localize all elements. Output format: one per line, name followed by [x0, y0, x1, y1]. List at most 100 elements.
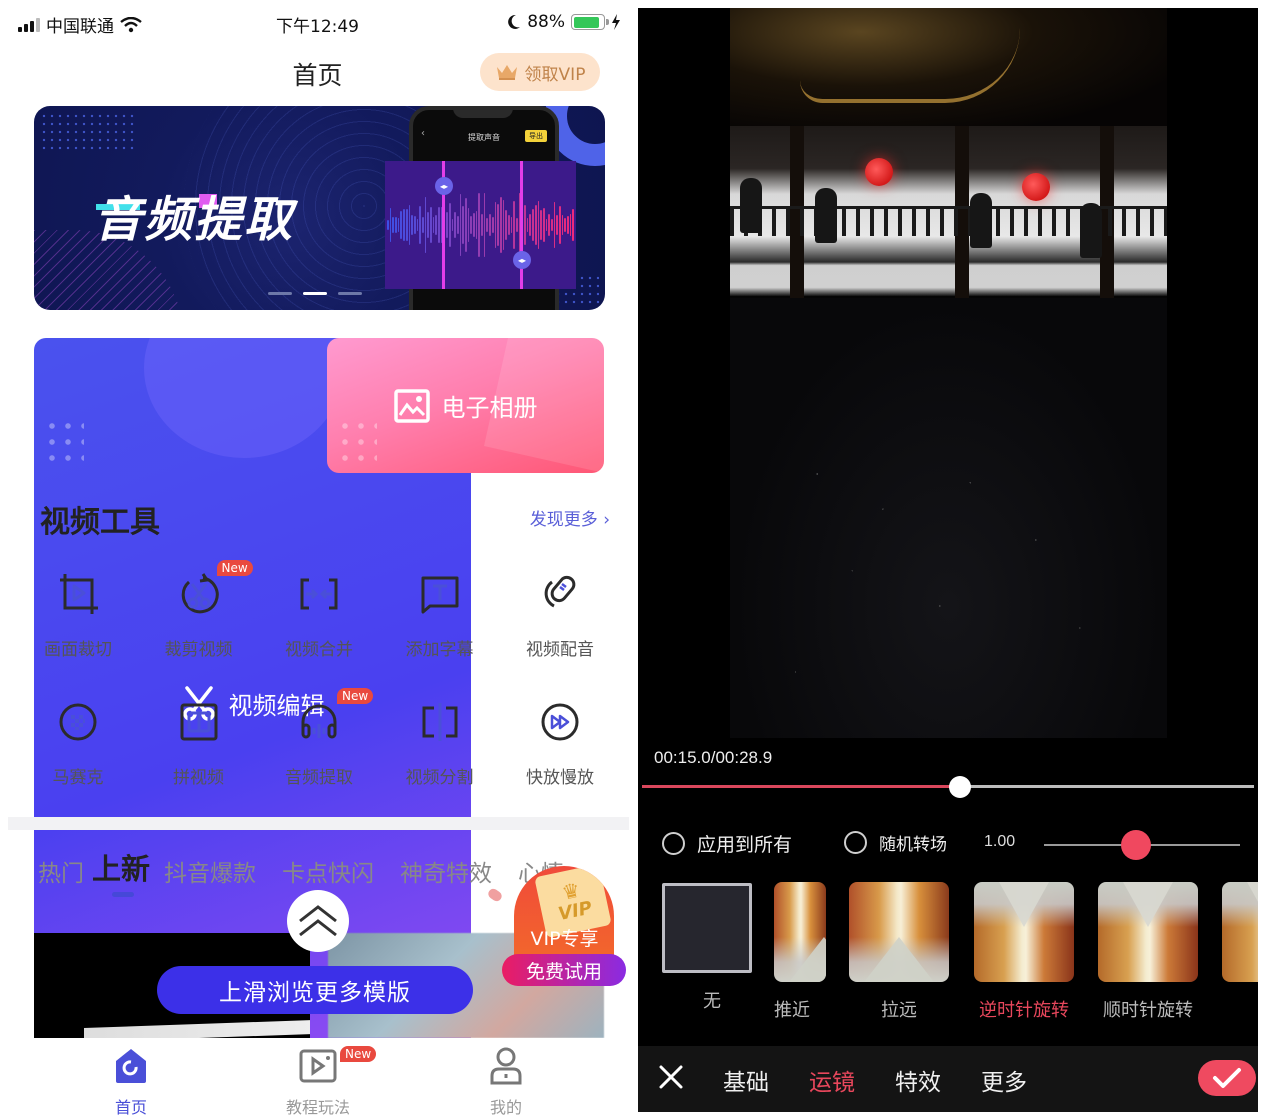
- battery-icon: [571, 14, 609, 30]
- tool-item[interactable]: 视频配音: [500, 560, 620, 670]
- tool-item[interactable]: 视频分割: [380, 688, 500, 798]
- new-badge: New: [337, 688, 374, 704]
- subtitle-icon: [420, 572, 460, 616]
- phone-export-button: 导出: [525, 130, 547, 142]
- random-transition-label: 随机转场: [879, 835, 947, 855]
- feature-cards: 视频编辑 电子相册: [34, 338, 605, 1068]
- effect-label: 逆时针旋转: [979, 1000, 1069, 1021]
- category-tab[interactable]: 上新: [92, 846, 150, 888]
- nav-bar: 首页 领取VIP: [0, 46, 635, 98]
- tab-home-label: 首页: [114, 1098, 147, 1117]
- editor-tab[interactable]: 特效: [895, 1063, 941, 1097]
- effect-thumbnail: [849, 882, 949, 982]
- tab-tutorials-label: 教程玩法: [285, 1098, 350, 1117]
- effect-option[interactable]: 逆时针旋转: [974, 882, 1074, 1022]
- tool-item[interactable]: New 音频提取: [259, 688, 379, 798]
- new-badge: New: [216, 560, 253, 576]
- camera-effects-list: 无 推近 拉远 逆时针旋转 顺时针旋转: [638, 882, 1258, 1022]
- banner-dots-decoration: [40, 112, 135, 152]
- fast-forward-icon: [540, 700, 580, 744]
- apply-to-all-label: 应用到所有: [697, 834, 793, 856]
- waveform: ◂▸ ◂▸: [385, 161, 576, 289]
- crown-icon: [496, 65, 517, 80]
- speed-slider-handle[interactable]: [1121, 830, 1152, 860]
- tool-label: 视频分割: [405, 768, 474, 788]
- discover-more-label: 发现更多: [529, 510, 598, 530]
- category-tab[interactable]: 热门: [38, 854, 84, 888]
- video-preview[interactable]: [730, 8, 1167, 738]
- swipe-up-button[interactable]: [287, 890, 349, 952]
- scrubber-handle[interactable]: [948, 776, 971, 798]
- get-vip-label: 领取VIP: [524, 64, 586, 85]
- close-icon: [659, 1065, 683, 1089]
- tool-label: 裁剪视频: [164, 640, 233, 660]
- editor-tab[interactable]: 更多: [981, 1063, 1027, 1097]
- cut-video-icon: [179, 572, 219, 616]
- tool-label: 马赛克: [52, 768, 104, 788]
- battery-percent: 88%: [527, 12, 565, 32]
- new-badge: New: [340, 1046, 377, 1062]
- pagination-dot[interactable]: [268, 292, 292, 295]
- effect-label: 顺时针旋转: [1103, 1000, 1193, 1021]
- tab-profile[interactable]: 我的: [436, 1044, 576, 1118]
- editor-tab[interactable]: 基础: [723, 1063, 769, 1097]
- discover-more-link[interactable]: 发现更多 ›: [530, 505, 610, 530]
- category-tab[interactable]: 卡点快闪: [282, 854, 374, 888]
- pagination-dot[interactable]: [303, 292, 327, 295]
- vip-promo-badge[interactable]: ♛ VIP VIP专享 免费试用: [486, 848, 627, 988]
- bottom-tab-bar: 首页 New 教程玩法 我的: [0, 1038, 635, 1120]
- photo-album-card[interactable]: 电子相册: [327, 338, 604, 473]
- section-divider: [8, 817, 629, 830]
- tool-item[interactable]: New 裁剪视频: [139, 560, 259, 670]
- tool-item[interactable]: 视频合并: [259, 560, 379, 670]
- editor-tab[interactable]: 运镜: [809, 1063, 855, 1097]
- tool-label: 音频提取: [285, 768, 353, 788]
- effect-option[interactable]: 拉远: [849, 882, 949, 1022]
- crop-icon: [58, 572, 98, 616]
- banner-title: 音频提取: [94, 180, 294, 250]
- banner-pagination: [268, 292, 362, 295]
- home-screen: 中国联通 下午12:49 88% 首页 领取VIP 音频提取 ‹ 提取声音 导出…: [0, 0, 635, 1120]
- radio-icon: [662, 832, 685, 855]
- speed-slider[interactable]: [1044, 830, 1240, 860]
- moon-icon: [508, 14, 521, 29]
- tool-label: 视频合并: [285, 640, 353, 660]
- category-tab[interactable]: 抖音爆款: [164, 854, 256, 888]
- tab-profile-label: 我的: [489, 1098, 522, 1117]
- tab-tutorials[interactable]: New 教程玩法: [248, 1044, 388, 1118]
- get-vip-button[interactable]: 领取VIP: [480, 53, 600, 91]
- confirm-button[interactable]: [1198, 1060, 1256, 1096]
- effect-option[interactable]: [1222, 882, 1258, 982]
- vip-exclusive-label: VIP专享: [530, 928, 599, 950]
- banner-title-text: 音频提取: [94, 192, 295, 248]
- editor-bottom-bar: 基础 运镜 特效 更多: [638, 1046, 1258, 1112]
- free-trial-button[interactable]: 免费试用: [502, 954, 626, 986]
- category-tab[interactable]: 神奇特效: [400, 854, 492, 888]
- random-transition-option[interactable]: 随机转场: [844, 830, 947, 855]
- tool-item[interactable]: 快放慢放: [500, 688, 620, 798]
- swipe-more-templates-button[interactable]: 上滑浏览更多模版: [157, 966, 473, 1014]
- merge-icon: [299, 572, 339, 616]
- section-title: 视频工具: [40, 505, 160, 540]
- mosaic-icon: [58, 700, 98, 744]
- effect-option[interactable]: 无: [662, 882, 762, 1013]
- home-icon: [116, 1049, 146, 1083]
- vip-card-text: VIP: [556, 896, 594, 925]
- pagination-dot[interactable]: [338, 292, 362, 295]
- video-tools-header: 视频工具 发现更多 ›: [40, 497, 610, 540]
- tool-item[interactable]: 拼视频: [139, 688, 259, 798]
- apply-to-all-option[interactable]: 应用到所有: [662, 830, 792, 857]
- tutorial-video-icon: [299, 1049, 337, 1083]
- tool-item[interactable]: 马赛克: [18, 688, 138, 798]
- timeline-scrubber[interactable]: [642, 776, 1254, 798]
- tool-label: 拼视频: [173, 768, 224, 788]
- tab-home[interactable]: 首页: [61, 1044, 201, 1118]
- effect-thumbnail: [662, 883, 752, 973]
- radio-icon: [844, 831, 867, 854]
- close-button[interactable]: [658, 1064, 684, 1090]
- promo-banner[interactable]: 音频提取 ‹ 提取声音 导出 ◂▸ ◂▸: [34, 106, 605, 310]
- effect-label: 拉远: [881, 1000, 917, 1021]
- effect-option[interactable]: 顺时针旋转: [1098, 882, 1198, 1022]
- tool-item[interactable]: 画面裁切: [18, 560, 138, 670]
- tool-item[interactable]: 添加字幕: [380, 560, 500, 670]
